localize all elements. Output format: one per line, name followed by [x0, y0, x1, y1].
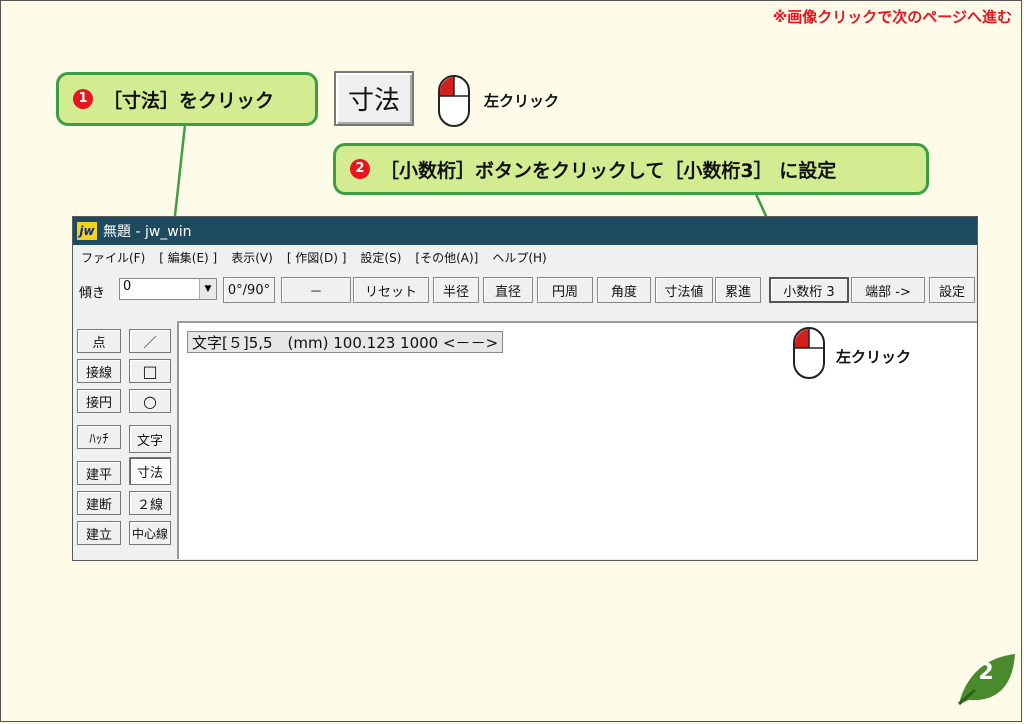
- tool-plan[interactable]: 建平: [77, 461, 121, 485]
- minus-button[interactable]: －: [281, 277, 351, 303]
- menu-draw[interactable]: [ 作図(D) ]: [287, 249, 347, 266]
- tool-panel: 点 接線 接円 ﾊｯﾁ 建平 建断 建立 ／ □ ○ 文字 寸法 ２線 中心線: [73, 321, 177, 560]
- end-type-button[interactable]: 端部 ->: [851, 277, 925, 303]
- tool-line[interactable]: ／: [129, 329, 171, 353]
- dimension-button-large[interactable]: 寸法: [334, 71, 414, 126]
- cumulative-button[interactable]: 累進: [715, 277, 761, 303]
- diameter-button[interactable]: 直径: [483, 277, 533, 303]
- angle-0-90-button[interactable]: 0°/90°: [223, 277, 275, 303]
- left-click-label-2: 左クリック: [836, 348, 912, 366]
- page-number: 2: [978, 660, 994, 685]
- tool-circle[interactable]: ○: [129, 389, 171, 413]
- chevron-down-icon[interactable]: ▼: [199, 279, 216, 299]
- reset-button[interactable]: リセット: [353, 277, 429, 303]
- callout-step-2: 2 ［小数桁］ボタンをクリックして［小数桁3］ に設定: [333, 143, 929, 195]
- tool-dimension[interactable]: 寸法: [129, 457, 171, 485]
- circumference-button[interactable]: 円周: [537, 277, 593, 303]
- tool-elevation[interactable]: 建立: [77, 521, 121, 545]
- menu-bar: ファイル(F) [ 編集(E) ] 表示(V) [ 作図(D) ] 設定(S) …: [73, 245, 977, 269]
- step-2-badge: 2: [350, 159, 370, 179]
- window-title: 無題 - jw_win: [103, 224, 192, 240]
- tool-text[interactable]: 文字: [129, 425, 171, 453]
- tool-tangent[interactable]: 接線: [77, 359, 121, 383]
- tool-rectangle[interactable]: □: [129, 359, 171, 383]
- menu-view[interactable]: 表示(V): [231, 249, 273, 266]
- menu-edit[interactable]: [ 編集(E) ]: [159, 249, 217, 266]
- step-1-badge: 1: [73, 89, 93, 109]
- tool-section[interactable]: 建断: [77, 491, 121, 515]
- menu-other[interactable]: [その他(A)]: [415, 249, 478, 266]
- callout-step-1-text: ［寸法］をクリック: [103, 89, 275, 112]
- tool-hatch[interactable]: ﾊｯﾁ: [77, 425, 121, 449]
- mouse-left-click-icon: [793, 327, 825, 379]
- dimension-toolbar: 傾き 0 ▼ 0°/90° － リセット 半径 直径 円周 角度 寸法値 累進 …: [73, 275, 977, 305]
- tilt-value: 0: [123, 279, 132, 294]
- tool-double-line[interactable]: ２線: [129, 491, 171, 515]
- dimension-value-button[interactable]: 寸法値: [655, 277, 713, 303]
- decimal-places-button[interactable]: 小数桁 3: [769, 277, 849, 303]
- window-titlebar: jw 無題 - jw_win: [73, 217, 977, 245]
- tool-center-line[interactable]: 中心線: [129, 521, 171, 545]
- text-sample-display: 文字[５]5,5 (mm) 100.123 1000 <－－>: [187, 331, 504, 353]
- menu-settings[interactable]: 設定(S): [360, 249, 401, 266]
- tilt-label: 傾き: [79, 286, 106, 301]
- tool-point[interactable]: 点: [77, 329, 121, 353]
- callout-step-1: 1 ［寸法］をクリック: [56, 72, 318, 126]
- left-click-label-1: 左クリック: [484, 92, 560, 110]
- mouse-left-click-icon: [438, 75, 470, 127]
- jw-window: jw 無題 - jw_win ファイル(F) [ 編集(E) ] 表示(V) […: [72, 216, 978, 561]
- radius-button[interactable]: 半径: [433, 277, 479, 303]
- settings-button[interactable]: 設定: [929, 277, 975, 303]
- menu-file[interactable]: ファイル(F): [81, 249, 145, 266]
- callout-step-2-text: ［小数桁］ボタンをクリックして［小数桁3］ に設定: [380, 159, 837, 182]
- tilt-combo[interactable]: 0 ▼: [119, 278, 217, 300]
- jw-logo-icon: jw: [77, 222, 97, 240]
- angle-button[interactable]: 角度: [597, 277, 651, 303]
- menu-help[interactable]: ヘルプ(H): [492, 249, 546, 266]
- tool-tangent-circle[interactable]: 接円: [77, 389, 121, 413]
